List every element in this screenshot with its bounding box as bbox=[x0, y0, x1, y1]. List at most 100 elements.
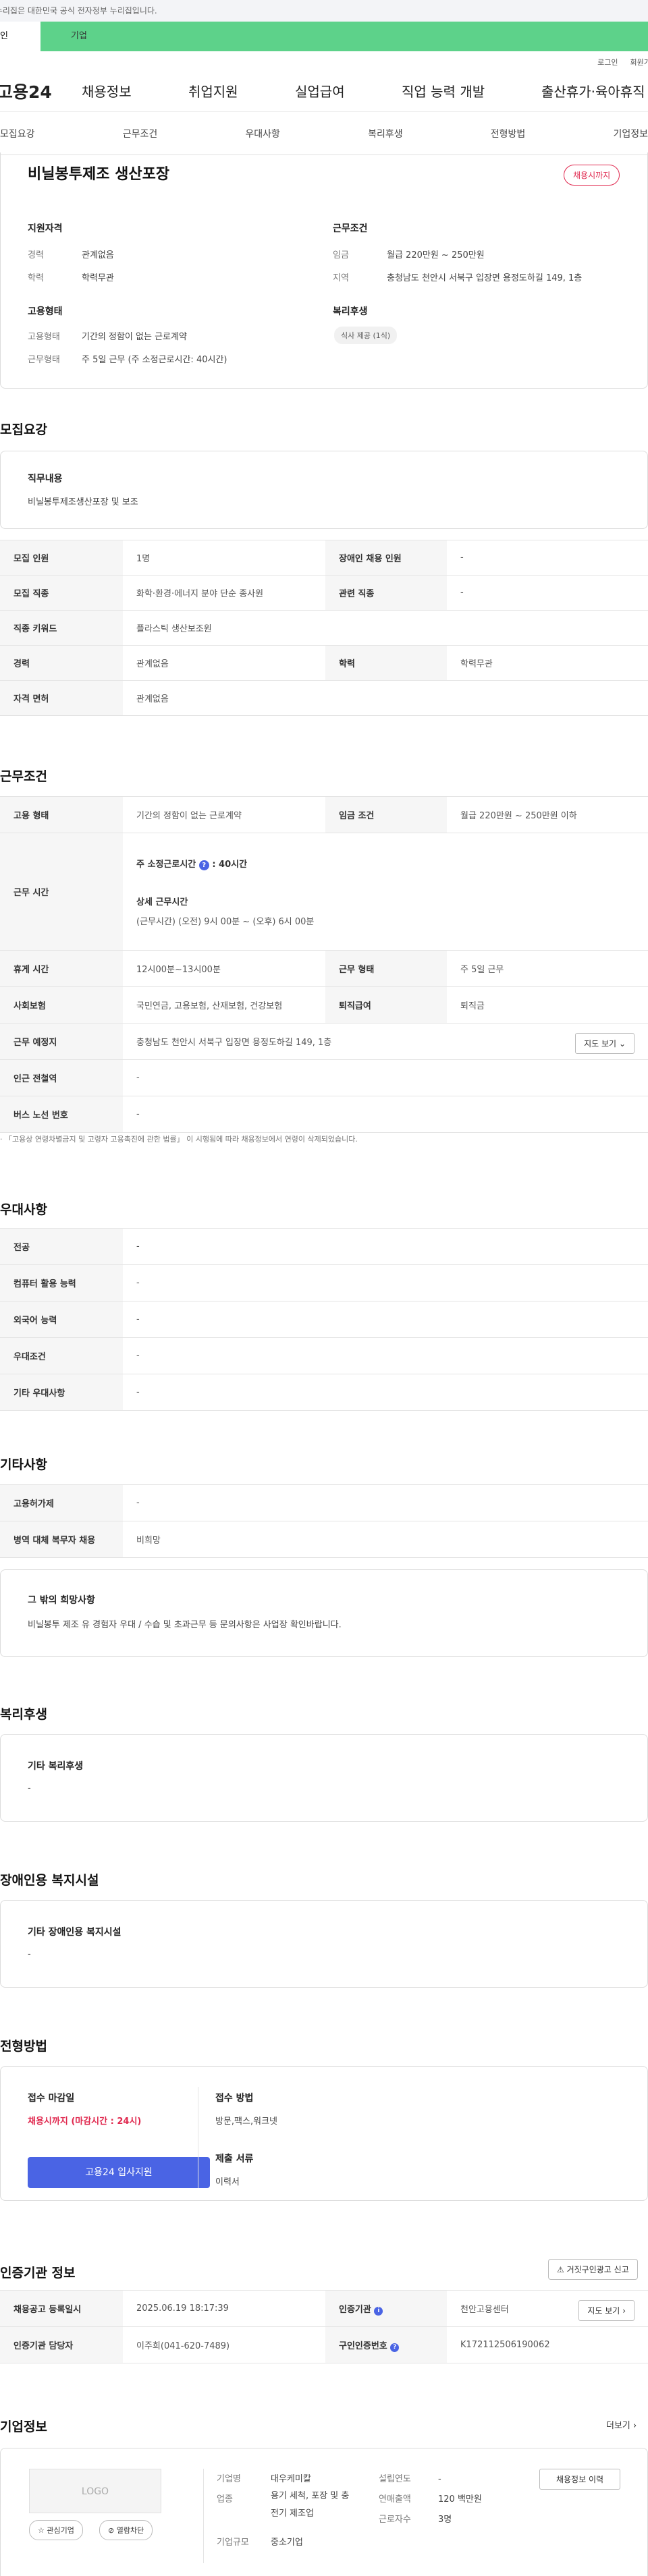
lnb-process[interactable]: 전형방법 bbox=[491, 127, 526, 140]
info-icon[interactable]: ? bbox=[390, 2343, 400, 2352]
bullet-icon: · bbox=[0, 1135, 3, 1144]
company-name-label: 기업명 bbox=[217, 2474, 241, 2484]
gnb-item-benefit[interactable]: 실업급여 bbox=[295, 81, 402, 101]
deadline-heading: 접수 마감일 bbox=[28, 2093, 75, 2104]
tab-personal[interactable]: 개인 bbox=[0, 22, 40, 51]
language-value: - bbox=[123, 1301, 648, 1338]
manager-label: 인증기관 담당자 bbox=[0, 2326, 123, 2363]
util-menu: 로그인 회원가입 bbox=[0, 51, 648, 70]
history-button[interactable]: 채용정보 이력 bbox=[539, 2469, 620, 2490]
edu-label: 학력 bbox=[28, 273, 44, 283]
report-button[interactable]: ⚠ 거짓구인광고 신고 bbox=[548, 2259, 638, 2280]
wage-value: 월급 220만원 ~ 250만원 bbox=[387, 250, 485, 260]
subway-label: 인근 전철역 bbox=[0, 1059, 123, 1096]
duty-heading: 직무내용 bbox=[28, 474, 63, 484]
license-label: 자격 면허 bbox=[0, 680, 123, 716]
method-heading: 접수 방법 bbox=[215, 2093, 254, 2104]
lnb-company[interactable]: 기업정보 bbox=[613, 127, 648, 140]
place-cell: 충청남도 천안시 서북구 입장면 용정도하길 149, 1층 지도 보기 ⌄ bbox=[123, 1023, 648, 1060]
pref-title: 우대사항 bbox=[0, 1202, 47, 1217]
lnb-welfare[interactable]: 복리후생 bbox=[368, 127, 403, 140]
more-link[interactable]: 더보기 › bbox=[606, 2418, 637, 2431]
founded-value: - bbox=[438, 2474, 441, 2484]
sales-label: 연매출액 bbox=[379, 2494, 411, 2504]
company-size-value: 중소기업 bbox=[271, 2538, 303, 2548]
detail-hours-value: (근무시간) (오전) 9시 00분 ~ (오후) 6시 00분 bbox=[136, 916, 315, 927]
wage-cond-value: 월급 220만원 ~ 250만원 이하 bbox=[447, 796, 648, 833]
emptype-label: 고용형태 bbox=[28, 332, 60, 342]
tab-company[interactable]: 기업 bbox=[40, 22, 648, 51]
major-value: - bbox=[123, 1228, 648, 1265]
global-nav: 고용24 채용정보 취업지원 실업급여 직업 능력 개발 출산휴가·육아휴직 bbox=[0, 70, 648, 112]
welfare-card: 기타 복리후생 - bbox=[0, 1734, 648, 1822]
deadline-value: 채용시까지 (마감시간 : 24시) bbox=[28, 2117, 142, 2127]
map-button[interactable]: 지도 보기 ⌄ bbox=[575, 1033, 634, 1054]
gnb-item-jobs[interactable]: 채용정보 bbox=[82, 81, 188, 101]
worktype-label: 근무형태 bbox=[28, 355, 60, 365]
license-value: 관계없음 bbox=[123, 680, 648, 716]
info-icon[interactable]: i bbox=[374, 2306, 383, 2316]
subway-value: - bbox=[123, 1059, 648, 1096]
fav-button[interactable]: ☆ 관심기업 bbox=[29, 2520, 83, 2540]
agency-table: 채용공고 등록일시 2025.06.19 18:17:39 인증기관 i 천안고용센터… bbox=[0, 2290, 648, 2363]
permit-label: 고용허가제 bbox=[0, 1484, 123, 1521]
break-label: 휴게 시간 bbox=[0, 950, 123, 987]
gnb-item-employment[interactable]: 취업지원 bbox=[188, 81, 295, 101]
place-label: 근무 예정지 bbox=[0, 1023, 123, 1060]
company-card: LOGO ☆ 관심기업 ⊘ 열람차단 기업명 대우케미칼 업종 용기 세척, 포장 … bbox=[0, 2448, 648, 2576]
work-time-label: 근무 시간 bbox=[0, 833, 123, 951]
site-logo[interactable]: 고용24 bbox=[0, 79, 82, 103]
agency-title: 인증기관 정보 bbox=[0, 2266, 76, 2280]
pref-cond-value: - bbox=[123, 1337, 648, 1374]
language-label: 외국어 능력 bbox=[0, 1301, 123, 1338]
job-type-label: 모집 직종 bbox=[0, 575, 123, 611]
gnb-item-training[interactable]: 직업 능력 개발 bbox=[402, 81, 541, 101]
gnb-item-leave[interactable]: 출산휴가·육아휴직 bbox=[541, 81, 645, 101]
lnb-pref[interactable]: 우대사항 bbox=[245, 127, 280, 140]
signup-link[interactable]: 회원가입 bbox=[630, 58, 648, 67]
wish-heading: 그 밖의 희망사항 bbox=[28, 1595, 95, 1606]
block-button[interactable]: ⊘ 열람차단 bbox=[99, 2520, 153, 2540]
org-cell: 천안고용센터 지도 보기 › bbox=[447, 2290, 648, 2327]
info-icon[interactable]: ? bbox=[198, 860, 209, 870]
career-label: 경력 bbox=[28, 250, 44, 260]
headcount-label: 모집 인원 bbox=[0, 540, 123, 576]
worktype-value: 주 5일 근무 (주 소정근로시간: 40시간) bbox=[82, 355, 227, 365]
process-title: 전형방법 bbox=[0, 2039, 47, 2054]
wage-label: 임금 bbox=[333, 250, 349, 260]
lnb-work[interactable]: 근무조건 bbox=[123, 127, 158, 140]
wish-card: 그 밖의 희망사항 비닐봉투 제조 유 경험자 우대 / 수습 및 초과근무 등… bbox=[0, 1569, 648, 1657]
pref-table: 전공 - 컴퓨터 활용 능력 - 외국어 능력 - 우대조건 - 기타 우대사항 - bbox=[0, 1228, 648, 1411]
login-link[interactable]: 로그인 bbox=[597, 58, 618, 67]
job-title: 비닐봉투제조 생산포장 bbox=[28, 166, 170, 183]
company-name-value: 대우케미칼 bbox=[271, 2474, 311, 2484]
pref-etc-label: 기타 우대사항 bbox=[0, 1374, 123, 1411]
org-label: 인증기관 i bbox=[325, 2290, 447, 2327]
lnb-recruit[interactable]: 모집요강 bbox=[0, 127, 35, 140]
retirement-label: 퇴직급여 bbox=[325, 986, 447, 1024]
edu-value: 학력무관 bbox=[82, 273, 114, 283]
agency-map-button[interactable]: 지도 보기 › bbox=[578, 2300, 634, 2321]
job-type-value: 화학·환경·에너지 분야 단순 종사원 bbox=[123, 575, 325, 611]
section-nav: 모집요강 근무조건 우대사항 복리후생 전형방법 기업정보 bbox=[0, 112, 648, 155]
apply-button[interactable]: 고용24 입사지원 bbox=[28, 2157, 210, 2188]
cond-heading: 근무조건 bbox=[333, 223, 368, 234]
emp-type-value: 기간의 정함이 없는 근로계약 bbox=[123, 796, 325, 833]
status-badge: 채용시까지 bbox=[564, 165, 620, 186]
etc-table: 고용허가제 - 병역 대체 복무자 채용 비희망 bbox=[0, 1484, 648, 1558]
docs-value: 이력서 bbox=[215, 2177, 240, 2187]
block-icon: ⊘ bbox=[108, 2526, 115, 2535]
career-value: 관계없음 bbox=[82, 250, 114, 260]
warning-icon: ⚠ bbox=[557, 2265, 564, 2274]
work-form-value: 주 5일 근무 bbox=[447, 950, 648, 987]
disabled-headcount-value: - bbox=[447, 540, 648, 576]
insurance-value: 국민연금, 고용보험, 산재보험, 건강보험 bbox=[123, 986, 325, 1024]
star-icon: ☆ bbox=[38, 2526, 45, 2535]
duty-card: 직무내용 비닐봉투제조생산포장 및 보조 bbox=[0, 451, 648, 529]
recruit-title: 모집요강 bbox=[0, 422, 47, 437]
weekly-hours-label: 주 소정근로시간 bbox=[136, 859, 196, 870]
disab-box-value: - bbox=[28, 1949, 31, 1959]
work-title: 근무조건 bbox=[0, 769, 47, 784]
related-job-value: - bbox=[447, 575, 648, 611]
permit-value: - bbox=[123, 1484, 648, 1521]
